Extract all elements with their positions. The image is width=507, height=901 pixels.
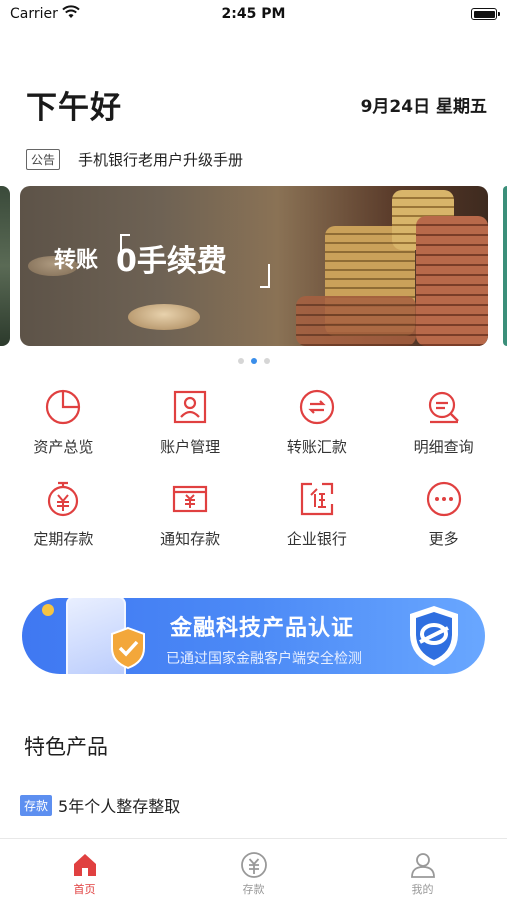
product-tag: 存款 (20, 794, 53, 816)
action-asset-overview[interactable]: 资产总览 (0, 388, 127, 480)
gold-coin-decoration (42, 604, 54, 616)
action-label: 定期存款 (33, 530, 94, 548)
action-label: 明细查询 (413, 438, 474, 456)
action-label: 资产总览 (33, 438, 94, 456)
action-label: 通知存款 (160, 530, 221, 548)
featured-section-title: 特色产品 (24, 735, 108, 759)
coin-stack-decoration (296, 296, 416, 346)
quick-actions-grid: 资产总览 账户管理 转账汇款 明细查询 定期存款 通知存款 企业银行 更多 (0, 388, 507, 572)
tab-mine[interactable]: 我的 (338, 839, 507, 901)
status-bar: Carrier 2:45 PM (0, 0, 507, 30)
banner-next-peek[interactable] (503, 186, 507, 346)
tab-label: 我的 (411, 883, 434, 896)
date-label: 9月24日 星期五 (360, 97, 487, 117)
more-icon (426, 481, 461, 517)
action-label: 账户管理 (160, 438, 221, 456)
action-fixed-deposit[interactable]: 定期存款 (0, 480, 127, 572)
notice-deposit-icon (173, 485, 208, 513)
greeting-title: 下午好 (26, 90, 122, 126)
certification-banner[interactable]: 金融科技产品认证 已通过国家金融客户端安全检测 (22, 598, 485, 674)
action-notice-deposit[interactable]: 通知存款 (127, 480, 254, 572)
yuan-icon (240, 852, 267, 878)
coin-decoration (128, 304, 200, 330)
action-label: 更多 (428, 530, 459, 548)
tab-label: 存款 (242, 883, 265, 896)
bottom-tab-bar: 首页 存款 我的 (0, 838, 507, 901)
pie-chart-icon (46, 389, 81, 425)
carousel-indicator (0, 358, 507, 364)
battery-icon (471, 8, 500, 20)
banner-previous-peek[interactable] (0, 186, 10, 346)
banner-text-highlight: 0手续费 (116, 244, 227, 279)
transfer-icon (299, 389, 334, 425)
carousel-dot[interactable] (237, 358, 244, 364)
certification-subtitle: 已通过国家金融客户端安全检测 (166, 651, 362, 667)
product-name[interactable]: 5年个人整存整取 (58, 793, 180, 817)
carousel-dot-active[interactable] (250, 358, 257, 364)
certification-title: 金融科技产品认证 (170, 616, 355, 641)
clock: 2:45 PM (221, 6, 286, 22)
notice-bar[interactable]: 公告 手机银行老用户升级手册 (26, 148, 243, 170)
tab-label: 首页 (73, 883, 96, 896)
featured-product-item[interactable]: 存款 5年个人整存整取 (20, 793, 180, 817)
action-label: 企业银行 (286, 530, 347, 548)
banner-headline: 转账 0手续费 (54, 236, 227, 280)
coin-stack-decoration (416, 216, 488, 346)
account-icon (174, 390, 207, 424)
tab-home[interactable]: 首页 (0, 839, 169, 901)
promo-banner[interactable]: 转账 0手续费 (20, 186, 488, 346)
shield-check-icon (111, 626, 145, 670)
action-label: 转账汇款 (286, 438, 347, 456)
action-account-management[interactable]: 账户管理 (127, 388, 254, 480)
notice-tag: 公告 (26, 148, 61, 170)
user-icon (410, 853, 435, 878)
banner-text-prefix: 转账 (54, 248, 99, 273)
timer-deposit-icon (48, 481, 79, 517)
banner-bracket-right (260, 264, 270, 288)
action-detail-query[interactable]: 明细查询 (380, 388, 507, 480)
carousel-dot[interactable] (263, 358, 270, 364)
search-detail-icon (428, 391, 459, 424)
action-transfer[interactable]: 转账汇款 (254, 388, 381, 480)
tab-deposit[interactable]: 存款 (169, 839, 338, 901)
home-icon (73, 854, 96, 876)
notice-text[interactable]: 手机银行老用户升级手册 (78, 149, 243, 170)
security-shield-logo-icon (410, 606, 458, 666)
enterprise-icon (300, 482, 333, 516)
action-enterprise-bank[interactable]: 企业银行 (254, 480, 381, 572)
action-more[interactable]: 更多 (380, 480, 507, 572)
